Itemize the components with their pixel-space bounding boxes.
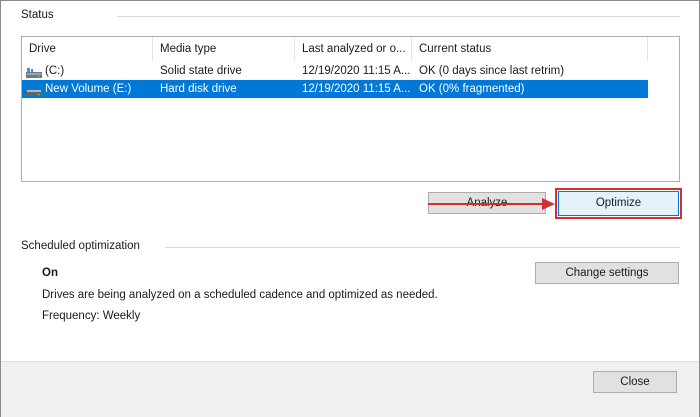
ssd-drive-icon: [26, 66, 42, 78]
scheduled-section-label: Scheduled optimization: [21, 240, 140, 252]
status-separator: [117, 16, 680, 17]
annotation-highlight-box: [555, 188, 682, 219]
close-button[interactable]: Close: [593, 371, 677, 393]
hard-disk-drive-icon: [26, 84, 42, 96]
last-analyzed: 12/19/2020 11:15 A...: [302, 83, 410, 95]
current-status: OK (0 days since last retrim): [419, 65, 565, 77]
drive-name: New Volume (E:): [45, 83, 132, 95]
current-status: OK (0% fragmented): [419, 83, 525, 95]
schedule-state: On: [42, 267, 58, 279]
column-header-drive[interactable]: Drive: [22, 37, 153, 61]
scheduled-separator: [165, 247, 680, 248]
drive-list[interactable]: Drive Media type Last analyzed or o... C…: [21, 36, 680, 182]
column-header-last-analyzed[interactable]: Last analyzed or o...: [295, 37, 412, 61]
drive-row-c[interactable]: (C:) Solid state drive 12/19/2020 11:15 …: [22, 62, 648, 80]
schedule-description: Drives are being analyzed on a scheduled…: [42, 289, 438, 301]
media-type: Solid state drive: [160, 65, 242, 77]
column-header-media-type[interactable]: Media type: [153, 37, 295, 61]
drive-name: (C:): [45, 65, 65, 77]
annotation-arrow-icon: [428, 198, 555, 210]
status-section-label: Status: [21, 9, 54, 21]
drive-list-header: Drive Media type Last analyzed or o... C…: [22, 37, 679, 61]
schedule-frequency: Frequency: Weekly: [42, 310, 141, 322]
drive-row-e[interactable]: New Volume (E:) Hard disk drive 12/19/20…: [22, 80, 648, 98]
column-header-current-status[interactable]: Current status: [412, 37, 648, 61]
last-analyzed: 12/19/2020 11:15 A...: [302, 65, 410, 77]
media-type: Hard disk drive: [160, 83, 237, 95]
change-settings-button[interactable]: Change settings: [535, 262, 679, 284]
